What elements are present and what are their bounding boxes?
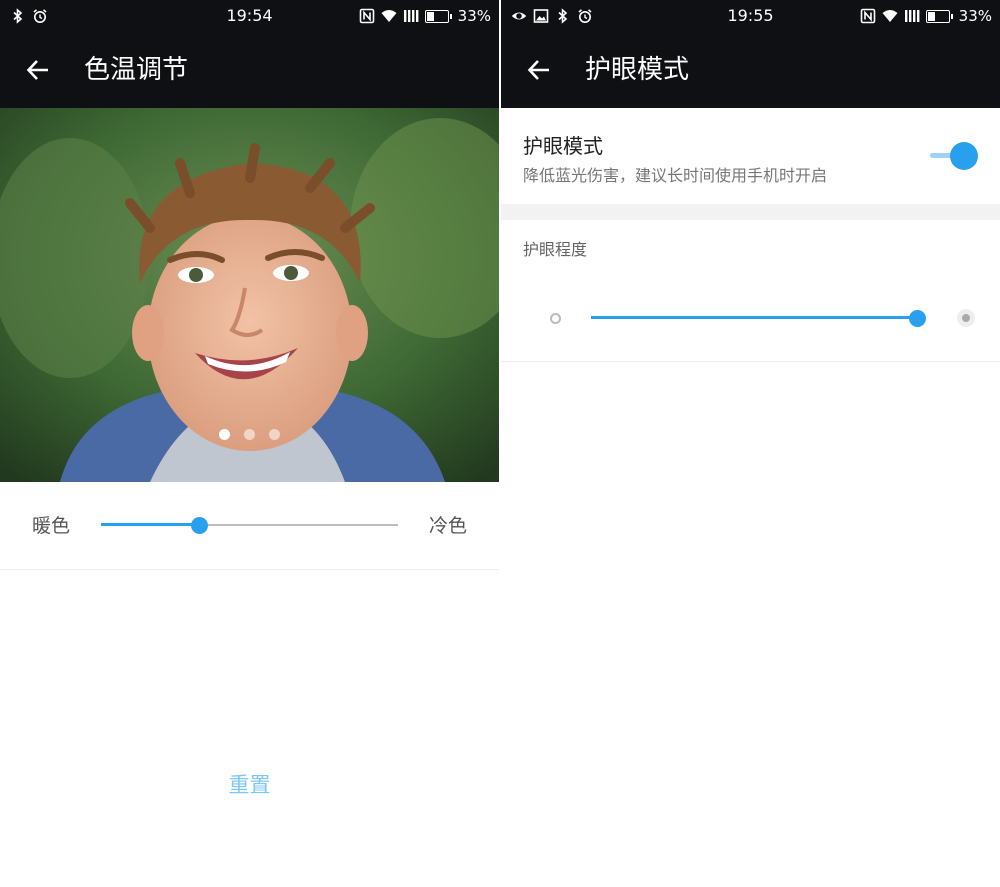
min-level-icon xyxy=(550,313,561,324)
carousel-dot[interactable] xyxy=(244,429,255,440)
color-temperature-screen: 19:54 33% 色温调节 暖色 冷色 重置 xyxy=(0,0,499,887)
warm-label: 暖色 xyxy=(32,515,71,537)
nfc-icon xyxy=(860,8,876,24)
eye-level-slider[interactable] xyxy=(591,306,926,330)
eye-mode-setting-row[interactable]: 护眼模式 降低蓝光伤害，建议长时间使用手机时开启 xyxy=(501,108,1000,204)
eye-mode-description: 降低蓝光伤害，建议长时间使用手机时开启 xyxy=(523,166,828,185)
status-bar: 19:55 33% xyxy=(501,0,1000,32)
section-divider xyxy=(501,204,1000,220)
app-bar: 色温调节 xyxy=(0,32,499,108)
arrow-left-icon xyxy=(527,60,549,80)
battery-icon xyxy=(424,9,452,23)
nfc-icon xyxy=(359,8,375,24)
battery-icon xyxy=(925,9,953,23)
page-title: 色温调节 xyxy=(84,55,189,85)
back-button[interactable] xyxy=(523,54,555,86)
eye-level-label: 护眼程度 xyxy=(523,240,588,259)
battery-percent: 33% xyxy=(457,7,491,25)
battery-percent: 33% xyxy=(958,7,992,25)
color-temperature-row: 暖色 冷色 xyxy=(0,482,499,570)
eye-mode-title: 护眼模式 xyxy=(523,134,603,158)
reset-button[interactable]: 重置 xyxy=(0,760,499,810)
max-level-icon xyxy=(957,309,975,327)
carousel-dot[interactable] xyxy=(269,429,280,440)
cool-label: 冷色 xyxy=(428,515,467,537)
child-portrait-illustration xyxy=(0,108,499,482)
signal-icon xyxy=(904,8,920,24)
carousel-dot[interactable] xyxy=(219,429,230,440)
app-bar: 护眼模式 xyxy=(501,32,1000,108)
wifi-icon xyxy=(882,8,898,24)
signal-icon xyxy=(403,8,419,24)
preview-photo[interactable] xyxy=(0,108,499,482)
eye-protection-screen: 19:55 33% 护眼模式 护眼模式 降低蓝光伤害，建议长时间使用手机时开启 xyxy=(501,0,1000,887)
back-button[interactable] xyxy=(22,54,54,86)
status-bar: 19:54 33% xyxy=(0,0,499,32)
eye-level-section: 护眼程度 xyxy=(501,220,1000,362)
color-temperature-slider[interactable] xyxy=(101,513,398,537)
arrow-left-icon xyxy=(26,60,48,80)
slider-thumb[interactable] xyxy=(191,517,208,534)
wifi-icon xyxy=(381,8,397,24)
eye-mode-toggle[interactable] xyxy=(930,141,978,171)
page-title: 护眼模式 xyxy=(585,55,690,85)
slider-thumb[interactable] xyxy=(909,310,926,327)
carousel-indicator xyxy=(0,429,499,440)
